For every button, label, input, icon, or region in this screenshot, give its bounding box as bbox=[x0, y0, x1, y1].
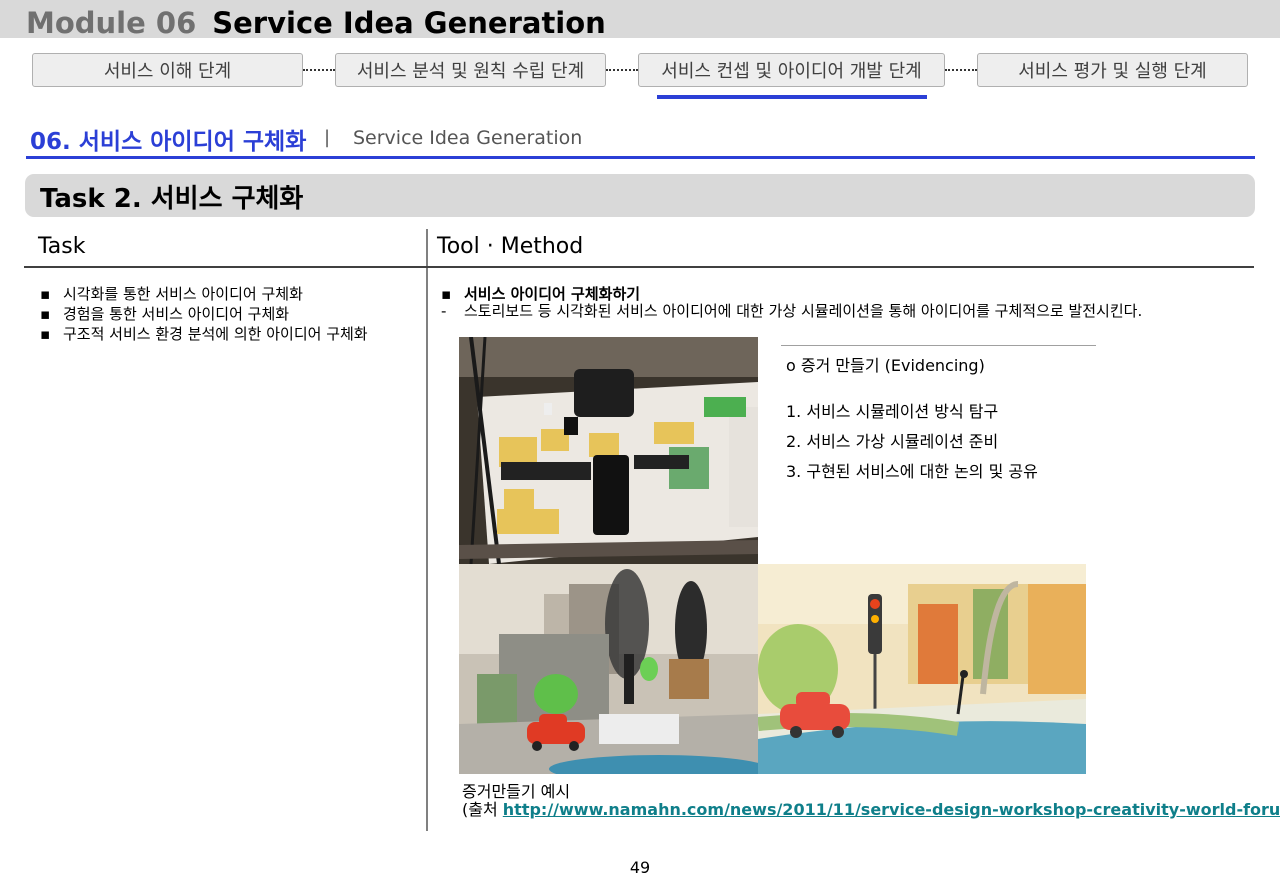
step-analysis[interactable]: 서비스 분석 및 원칙 수립 단계 bbox=[335, 53, 606, 87]
list-item: 3. 구현된 서비스에 대한 논의 및 공유 bbox=[786, 462, 1038, 481]
step-understanding[interactable]: 서비스 이해 단계 bbox=[32, 53, 303, 87]
column-divider bbox=[426, 229, 428, 831]
step-connector bbox=[606, 69, 638, 71]
traffic-model-closeup-photo bbox=[758, 564, 1086, 774]
tool-description-text: 스토리보드 등 시각화된 서비스 아이디어에 대한 가상 시뮬레이션을 통해 아… bbox=[464, 302, 1143, 320]
section-subtitle: Service Idea Generation bbox=[353, 127, 583, 149]
source-link[interactable]: http://www.namahn.com/news/2011/11/servi… bbox=[503, 800, 1280, 819]
task-list: 시각화를 통한 서비스 아이디어 구체화 경험을 통한 서비스 아이디어 구체화… bbox=[40, 284, 368, 344]
evidencing-heading: o 증거 만들기 (Evidencing) bbox=[786, 356, 985, 375]
list-item: 2. 서비스 가상 시뮬레이션 준비 bbox=[786, 432, 999, 451]
street-model-photo bbox=[459, 564, 758, 774]
active-step-indicator bbox=[657, 95, 927, 99]
list-item: 시각화를 통한 서비스 아이디어 구체화 bbox=[40, 284, 368, 304]
step-connector bbox=[303, 69, 335, 71]
module-title: Module 06 Service Idea Generation bbox=[26, 6, 606, 40]
step-concept-active[interactable]: 서비스 컨셉 및 아이디어 개발 단계 bbox=[638, 53, 945, 87]
image-source: (출처 http://www.namahn.com/news/2011/11/s… bbox=[462, 796, 1280, 820]
section-title: 06. 서비스 아이디어 구체화 bbox=[30, 129, 307, 155]
evidencing-rule bbox=[781, 345, 1096, 346]
list-item: 1. 서비스 시뮬레이션 방식 탐구 bbox=[786, 402, 999, 421]
list-item: 구조적 서비스 환경 분석에 의한 아이디어 구체화 bbox=[40, 324, 368, 344]
module-number: Module 06 bbox=[26, 6, 197, 40]
module-name: Service Idea Generation bbox=[212, 6, 606, 40]
step-connector bbox=[945, 69, 977, 71]
tool-description: - 스토리보드 등 시각화된 서비스 아이디어에 대한 가상 시뮬레이션을 통해 … bbox=[441, 300, 1142, 321]
column-header-task: Task bbox=[38, 234, 86, 259]
section-rule bbox=[26, 156, 1255, 159]
list-item: 경험을 통한 서비스 아이디어 구체화 bbox=[40, 304, 368, 324]
column-header-tool: Tool · Method bbox=[437, 234, 584, 259]
section-separator: | bbox=[324, 127, 331, 148]
workshop-table-photo bbox=[459, 337, 758, 564]
step-evaluation[interactable]: 서비스 평가 및 실행 단계 bbox=[977, 53, 1248, 87]
dash-mark: - bbox=[441, 302, 447, 320]
evidencing-steps: 1. 서비스 시뮬레이션 방식 탐구 2. 서비스 가상 시뮬레이션 준비 3.… bbox=[786, 397, 1038, 487]
header-rule bbox=[24, 266, 1254, 268]
source-prefix: (출처 bbox=[462, 800, 503, 819]
page-number: 49 bbox=[629, 858, 651, 877]
task-title: Task 2. 서비스 구체화 bbox=[40, 184, 304, 214]
